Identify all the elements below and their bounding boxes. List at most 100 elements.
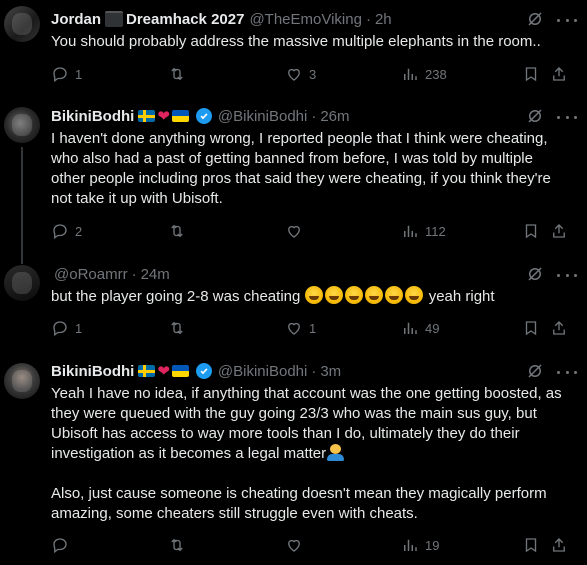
ukraine-flag-icon [171, 110, 189, 122]
tweet-header: @oRoamrr · 24m [51, 264, 170, 284]
thread-line [21, 255, 23, 264]
verified-badge-icon[interactable] [195, 108, 212, 124]
like-button[interactable]: 1 [285, 318, 316, 338]
like-button[interactable]: 3 [285, 64, 316, 84]
reply-button[interactable]: 1 [51, 318, 82, 338]
bookmark-icon [525, 224, 537, 239]
person-shrugging-emoji-icon [327, 444, 345, 461]
tweet-actions: 19 [51, 535, 571, 555]
bookmark-icon [525, 67, 537, 82]
views-icon [404, 225, 417, 237]
verified-badge-icon[interactable] [195, 363, 212, 379]
avatar[interactable] [4, 265, 40, 301]
views-button[interactable]: 49 [401, 318, 439, 338]
display-name[interactable]: BikiniBodhi [51, 363, 134, 380]
retweet-button[interactable] [168, 318, 186, 338]
retweet-button[interactable] [168, 221, 186, 241]
reply-icon [53, 321, 67, 337]
reply-count: 1 [75, 320, 83, 336]
separator: · [311, 362, 317, 380]
more-icon[interactable] [557, 11, 577, 29]
share-icon [553, 321, 565, 335]
views-count: 19 [425, 537, 440, 553]
tweet-text: Yeah I have no idea, if anything that ac… [51, 385, 562, 522]
bookmark-button[interactable] [522, 221, 540, 241]
heart-icon [288, 225, 300, 238]
grok-icon[interactable] [526, 107, 544, 125]
retweet-icon [171, 321, 183, 335]
tweet-actions: 1 3 238 [51, 64, 571, 84]
user-handle[interactable]: @TheEmoViking [249, 11, 362, 28]
timestamp[interactable]: 26m [320, 108, 349, 125]
retweet-icon [171, 224, 183, 238]
timestamp[interactable]: 3m [320, 363, 341, 380]
grok-icon[interactable] [526, 10, 544, 28]
reply-icon [53, 224, 67, 240]
more-icon[interactable] [557, 266, 577, 284]
tweet-header: BikiniBodhi ❤ @BikiniBodhi · 26m [51, 106, 350, 126]
share-button[interactable] [550, 64, 568, 84]
bookmark-button[interactable] [522, 535, 540, 555]
share-icon [553, 67, 565, 81]
display-name[interactable]: BikiniBodhi [51, 108, 134, 125]
retweet-button[interactable] [168, 535, 186, 555]
tv-icon [105, 11, 124, 27]
user-handle[interactable]: @BikiniBodhi [218, 108, 307, 125]
views-button[interactable]: 19 [401, 535, 439, 555]
user-handle[interactable]: @oRoamrr [54, 266, 128, 283]
views-icon [404, 68, 417, 80]
grok-icon[interactable] [526, 362, 544, 380]
tweet-1[interactable]: Jordan Dreamhack 2027 @TheEmoViking · 2h… [0, 0, 587, 92]
display-name-suffix[interactable]: Dreamhack 2027 [126, 11, 244, 28]
like-count: 1 [309, 320, 317, 336]
bookmark-button[interactable] [522, 64, 540, 84]
like-button[interactable] [285, 535, 303, 555]
share-button[interactable] [550, 221, 568, 241]
name-emojis: ❤ [138, 109, 189, 124]
tweet-text: You should probably address the massive … [51, 33, 541, 50]
tweet-2[interactable]: BikiniBodhi ❤ @BikiniBodhi · 26m I haven… [0, 92, 587, 255]
user-handle[interactable]: @BikiniBodhi [218, 363, 307, 380]
heart-icon [288, 539, 300, 552]
ukraine-flag-icon [171, 365, 189, 377]
reply-button[interactable] [51, 535, 69, 555]
share-button[interactable] [550, 318, 568, 338]
views-button[interactable]: 112 [401, 221, 446, 241]
views-count: 238 [425, 66, 447, 82]
share-icon [553, 538, 565, 552]
display-name[interactable]: Jordan [51, 11, 101, 28]
avatar[interactable] [4, 6, 40, 42]
tweet-3[interactable]: @oRoamrr · 24m but the player going 2-8 … [0, 255, 587, 350]
separator: · [311, 107, 317, 125]
share-icon [553, 224, 565, 238]
bookmark-button[interactable] [522, 318, 540, 338]
views-icon [404, 322, 417, 334]
more-icon[interactable] [557, 108, 577, 126]
avatar[interactable] [4, 107, 40, 143]
more-icon[interactable] [557, 363, 577, 381]
name-emojis: ❤ [138, 364, 189, 379]
tweet-text: I haven't done anything wrong, I reporte… [51, 130, 551, 207]
bookmark-icon [525, 321, 537, 336]
like-button[interactable] [285, 221, 303, 241]
tweet-text: but the player going 2-8 was cheating ye… [51, 286, 495, 305]
reply-icon [53, 67, 67, 83]
share-button[interactable] [550, 535, 568, 555]
retweet-button[interactable] [168, 64, 186, 84]
tweet-actions: 2 112 [51, 221, 571, 241]
tweet-4[interactable]: BikiniBodhi ❤ @BikiniBodhi · 3m Yeah I h… [0, 350, 587, 565]
views-button[interactable]: 238 [401, 64, 447, 84]
sweden-flag-icon [138, 110, 156, 122]
reply-button[interactable]: 1 [51, 64, 82, 84]
laughing-emoji-icon [304, 286, 425, 305]
grok-icon[interactable] [526, 265, 544, 283]
heart-emoji-icon: ❤ [157, 362, 170, 380]
heart-icon [288, 322, 300, 335]
views-count: 49 [425, 320, 440, 336]
timestamp[interactable]: 24m [141, 266, 170, 283]
retweet-icon [171, 67, 183, 81]
timestamp[interactable]: 2h [375, 11, 392, 28]
avatar[interactable] [4, 363, 40, 399]
views-icon [404, 539, 417, 551]
reply-button[interactable]: 2 [51, 221, 82, 241]
